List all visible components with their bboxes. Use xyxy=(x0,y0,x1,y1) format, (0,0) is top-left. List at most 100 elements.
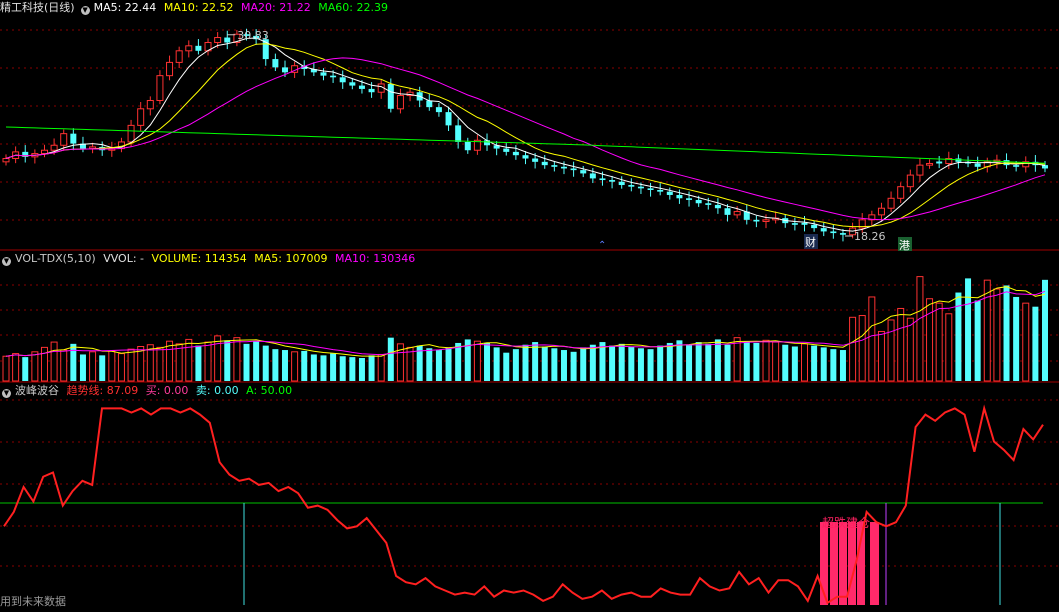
candle-up xyxy=(185,45,193,52)
oversold-zone-bar xyxy=(839,522,847,605)
indicator-settings-icon[interactable]: ▼ xyxy=(2,389,11,398)
candle-down xyxy=(195,45,202,51)
chart-canvas[interactable]: 30.8318.26⌃ 财港超跌建仓 xyxy=(0,0,1059,609)
candle-down xyxy=(435,107,442,113)
volume-bar-down xyxy=(541,346,548,381)
stock-chart-area[interactable]: 30.83 18.26 ⌃ 财港超跌建仓 精工科技(日线) ▼ MA5: 22.44 MA… xyxy=(0,0,1059,609)
candle-down xyxy=(676,194,683,199)
volume-bar-down xyxy=(368,355,375,381)
candle-down xyxy=(637,186,644,189)
indicator-a: A: 50.00 xyxy=(246,384,293,397)
volume-legend: ▼ VOL-TDX(5,10) VVOL: - VOLUME: 114354 MA… xyxy=(0,251,419,267)
volume-bar-up xyxy=(156,346,164,382)
volume-bar-up xyxy=(858,315,866,382)
candle-up xyxy=(762,219,770,222)
candle-down xyxy=(580,170,587,174)
volume-bar-up xyxy=(762,339,770,382)
event-marker-cai: 财 xyxy=(805,235,816,249)
oversold-zone-bar xyxy=(870,522,879,605)
volume-bar-down xyxy=(618,343,625,381)
volume-bar-up xyxy=(377,353,385,382)
candle-down xyxy=(1042,165,1048,169)
event-marker-gang: 港 xyxy=(899,239,910,252)
low-label: 18.26 xyxy=(854,230,886,243)
volume-bar-down xyxy=(686,344,693,381)
candle-down xyxy=(791,223,798,225)
volume-bar-down xyxy=(272,349,279,381)
price-title: 精工科技(日线) xyxy=(0,1,75,14)
volume-bar-up xyxy=(60,349,68,382)
candle-down xyxy=(1013,165,1020,167)
volume-bar-up xyxy=(204,341,212,382)
candle-down xyxy=(512,151,519,156)
volume-bar-up xyxy=(108,350,116,382)
volume-bar-down xyxy=(628,346,635,381)
volume-bar-down xyxy=(503,352,510,381)
volume-bar-down xyxy=(1003,285,1010,381)
volume-bar-down xyxy=(965,278,972,381)
volume-bar-down xyxy=(262,345,269,381)
candle-down xyxy=(705,203,712,205)
volume-bar-up xyxy=(233,337,241,382)
volume-bar-up xyxy=(50,341,58,382)
volume-bar-down xyxy=(455,342,462,381)
volume-bar-down xyxy=(358,358,365,381)
volume-bar-down xyxy=(560,350,567,381)
volume-bar-up xyxy=(1022,302,1030,382)
candle-up xyxy=(166,61,174,77)
candle-down xyxy=(503,148,510,152)
volume-bar-down xyxy=(714,339,721,381)
volume-bar-down xyxy=(974,300,981,381)
volume-bar-down xyxy=(301,350,308,381)
volume-bar-down xyxy=(839,350,846,381)
candle-down xyxy=(801,222,808,225)
candle-up xyxy=(916,164,924,176)
volume-bar-up xyxy=(887,319,895,382)
volume-bar-up xyxy=(877,330,885,382)
candle-down xyxy=(445,112,452,126)
indicator-trend: 趋势线: 87.09 xyxy=(66,384,139,397)
candle-down xyxy=(839,233,846,235)
event-marker-arrow: ⌃ xyxy=(598,240,606,251)
candle-down xyxy=(657,190,664,192)
volume-bar-up xyxy=(733,337,741,382)
candle-down xyxy=(647,188,654,190)
volume-bar-down xyxy=(609,345,616,381)
candle-down xyxy=(589,173,596,179)
price-ma20: MA20: 21.22 xyxy=(241,1,311,14)
oversold-zone-bar xyxy=(830,522,838,605)
volume-title: VOL-TDX(5,10) xyxy=(15,252,96,265)
volume-bar-up xyxy=(800,343,808,382)
candle-down xyxy=(224,37,231,43)
volume-bar-down xyxy=(79,354,86,381)
volume-bar-up xyxy=(89,351,97,382)
volume-bar-down xyxy=(1013,296,1020,381)
candle-up xyxy=(156,75,164,102)
volume-bar-up xyxy=(127,348,135,382)
volume-bar-up xyxy=(935,302,943,382)
candle-up xyxy=(2,158,10,163)
volume-bar-down xyxy=(224,340,231,381)
volume-bar-down xyxy=(99,355,106,381)
volume-settings-icon[interactable]: ▼ xyxy=(2,257,11,266)
price-settings-icon[interactable]: ▼ xyxy=(80,6,90,15)
volume-bar-down xyxy=(637,348,644,381)
volume-bar-down xyxy=(387,337,394,381)
candle-up xyxy=(396,95,404,110)
volume-bar-up xyxy=(897,307,905,382)
volume-bar-down xyxy=(580,347,587,381)
candle-up xyxy=(50,144,58,151)
volume-bar-up xyxy=(473,340,481,382)
price-ma60: MA60: 22.39 xyxy=(318,1,388,14)
volume-bar-down xyxy=(310,354,317,381)
volume-bar-down xyxy=(724,344,731,381)
volume-bar-up xyxy=(185,338,193,382)
volume-ma5: MA5: 107009 xyxy=(254,252,328,265)
candle-up xyxy=(137,108,145,126)
volume-bar-down xyxy=(820,347,827,381)
candle-down xyxy=(320,72,327,76)
candle-down xyxy=(272,59,279,68)
indicator-legend: ▼ 波峰波谷 趋势线: 87.09 买: 0.00 卖: 0.00 A: 50.0… xyxy=(0,383,296,399)
footer-note: 用到未来数据 xyxy=(0,595,66,608)
volume-bar-up xyxy=(117,353,125,382)
